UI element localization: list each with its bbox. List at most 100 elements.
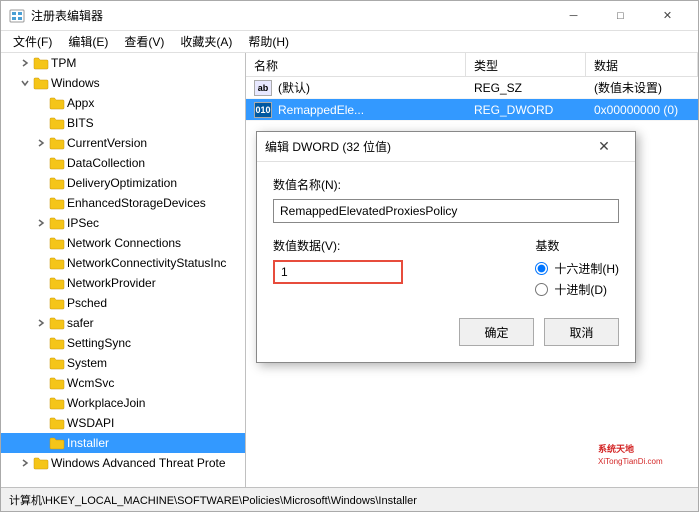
title-bar: 注册表编辑器 ─ □ ✕ [1, 1, 698, 31]
dword-dialog: 编辑 DWORD (32 位值) ✕ 数值名称(N): 数值数据(V): 基数 [256, 131, 636, 363]
tree-item-enhancedstoragedevices[interactable]: EnhancedStorageDevices [1, 193, 245, 213]
folder-icon-windowsadvancedthreatprote [33, 455, 49, 471]
folder-icon-networkconnectivitystatusinc [49, 255, 65, 271]
tree-label-networkprovider: NetworkProvider [65, 276, 156, 290]
tree-item-psched[interactable]: Psched [1, 293, 245, 313]
tree-toggle-installer [33, 433, 49, 453]
tree-item-tpm[interactable]: TPM [1, 53, 245, 73]
tree-label-system: System [65, 356, 107, 370]
tree-item-settingsync[interactable]: SettingSync [1, 333, 245, 353]
tree-label-tpm: TPM [49, 56, 76, 70]
cell-name-text-1: RemappedEle... [278, 103, 364, 117]
folder-icon-bits [49, 115, 65, 131]
tree-item-workplacejoin[interactable]: WorkplaceJoin [1, 393, 245, 413]
folder-icon-appx [49, 95, 65, 111]
tree-toggle-settingsync [33, 333, 49, 353]
cell-name-text-0: (默认) [278, 79, 310, 96]
tree-toggle-networkconnections [33, 233, 49, 253]
tree-item-networkconnectivitystatusinc[interactable]: NetworkConnectivityStatusInc [1, 253, 245, 273]
tree-item-wcmsvc[interactable]: WcmSvc [1, 373, 245, 393]
folder-icon-windows [33, 75, 49, 91]
status-text: 计算机\HKEY_LOCAL_MACHINE\SOFTWARE\Policies… [9, 492, 417, 508]
tree-item-bits[interactable]: BITS [1, 113, 245, 133]
tree-pane[interactable]: TPM Windows Appx BITS CurrentVersion Dat… [1, 53, 246, 487]
value-name-input[interactable] [273, 199, 619, 223]
tree-label-networkconnectivitystatusinc: NetworkConnectivityStatusInc [65, 256, 226, 270]
tree-toggle-networkconnectivitystatusinc [33, 253, 49, 273]
svg-text:系统天地: 系统天地 [598, 443, 634, 454]
ok-button[interactable]: 确定 [459, 318, 534, 346]
tree-label-wcmsvc: WcmSvc [65, 376, 114, 390]
dialog-close-button[interactable]: ✕ [581, 134, 627, 160]
tree-item-windowsadvancedthreatprote[interactable]: Windows Advanced Threat Prote [1, 453, 245, 473]
folder-icon-safer [49, 315, 65, 331]
base-section: 基数 十六进制(H) 十进制(D) [535, 237, 619, 298]
tree-label-appx: Appx [65, 96, 94, 110]
tree-label-psched: Psched [65, 296, 107, 310]
tree-item-networkprovider[interactable]: NetworkProvider [1, 273, 245, 293]
dialog-title: 编辑 DWORD (32 位值) [265, 138, 391, 155]
tree-label-datacollection: DataCollection [65, 156, 145, 170]
tree-item-datacollection[interactable]: DataCollection [1, 153, 245, 173]
reg-value-icon-0: ab [254, 80, 272, 96]
dec-radio-text: 十进制(D) [554, 281, 607, 298]
tree-toggle-datacollection [33, 153, 49, 173]
close-button[interactable]: ✕ [645, 3, 690, 29]
menu-item-f[interactable]: 文件(F) [5, 31, 60, 52]
tree-toggle-workplacejoin [33, 393, 49, 413]
tree-toggle-wsdapi [33, 413, 49, 433]
tree-item-ipsec[interactable]: IPSec [1, 213, 245, 233]
folder-icon-wsdapi [49, 415, 65, 431]
hex-radio-text: 十六进制(H) [554, 260, 619, 277]
value-data-input[interactable] [273, 260, 403, 284]
folder-icon-ipsec [49, 215, 65, 231]
folder-icon-psched [49, 295, 65, 311]
tree-item-wsdapi[interactable]: WSDAPI [1, 413, 245, 433]
tree-item-currentversion[interactable]: CurrentVersion [1, 133, 245, 153]
folder-icon-datacollection [49, 155, 65, 171]
hex-radio-label[interactable]: 十六进制(H) [535, 260, 619, 277]
value-row: 数值数据(V): 基数 十六进制(H) 十进制(D) [273, 237, 619, 298]
tree-label-currentversion: CurrentVersion [65, 136, 147, 150]
tree-item-system[interactable]: System [1, 353, 245, 373]
folder-icon-wcmsvc [49, 375, 65, 391]
window-title: 注册表编辑器 [31, 7, 103, 24]
maximize-button[interactable]: □ [598, 3, 643, 29]
dialog-title-bar: 编辑 DWORD (32 位值) ✕ [257, 132, 635, 162]
hex-radio[interactable] [535, 262, 548, 275]
folder-icon-enhancedstoragedevices [49, 195, 65, 211]
menu-item-e[interactable]: 编辑(E) [60, 31, 116, 52]
tree-item-deliveryoptimization[interactable]: DeliveryOptimization [1, 173, 245, 193]
table-row[interactable]: 010RemappedEle...REG_DWORD0x00000000 (0) [246, 99, 698, 121]
tree-toggle-enhancedstoragedevices [33, 193, 49, 213]
tree-item-networkconnections[interactable]: Network Connections [1, 233, 245, 253]
tree-label-wsdapi: WSDAPI [65, 416, 114, 430]
folder-icon-system [49, 355, 65, 371]
tree-item-safer[interactable]: safer [1, 313, 245, 333]
main-window: 注册表编辑器 ─ □ ✕ 文件(F)编辑(E)查看(V)收藏夹(A)帮助(H) … [0, 0, 699, 512]
tree-toggle-windows [17, 73, 33, 93]
col-name: 名称 [246, 53, 466, 76]
cell-type-1: REG_DWORD [466, 101, 586, 119]
folder-icon-tpm [33, 55, 49, 71]
menu-item-a[interactable]: 收藏夹(A) [172, 31, 240, 52]
title-bar-left: 注册表编辑器 [9, 7, 103, 24]
tree-toggle-deliveryoptimization [33, 173, 49, 193]
tree-item-installer[interactable]: Installer [1, 433, 245, 453]
dec-radio[interactable] [535, 283, 548, 296]
tree-item-windows[interactable]: Windows [1, 73, 245, 93]
tree-toggle-tpm [17, 53, 33, 73]
menu-item-h[interactable]: 帮助(H) [240, 31, 297, 52]
tree-item-appx[interactable]: Appx [1, 93, 245, 113]
cancel-button[interactable]: 取消 [544, 318, 619, 346]
menu-item-v[interactable]: 查看(V) [116, 31, 172, 52]
dec-radio-label[interactable]: 十进制(D) [535, 281, 619, 298]
watermark-svg: 系统天地 XiTongTianDi.com [598, 438, 688, 478]
tree-label-workplacejoin: WorkplaceJoin [65, 396, 145, 410]
table-row[interactable]: ab(默认)REG_SZ(数值未设置) [246, 77, 698, 99]
status-bar: 计算机\HKEY_LOCAL_MACHINE\SOFTWARE\Policies… [1, 487, 698, 511]
table-header: 名称 类型 数据 [246, 53, 698, 77]
minimize-button[interactable]: ─ [551, 3, 596, 29]
tree-label-enhancedstoragedevices: EnhancedStorageDevices [65, 196, 206, 210]
tree-toggle-safer [33, 313, 49, 333]
